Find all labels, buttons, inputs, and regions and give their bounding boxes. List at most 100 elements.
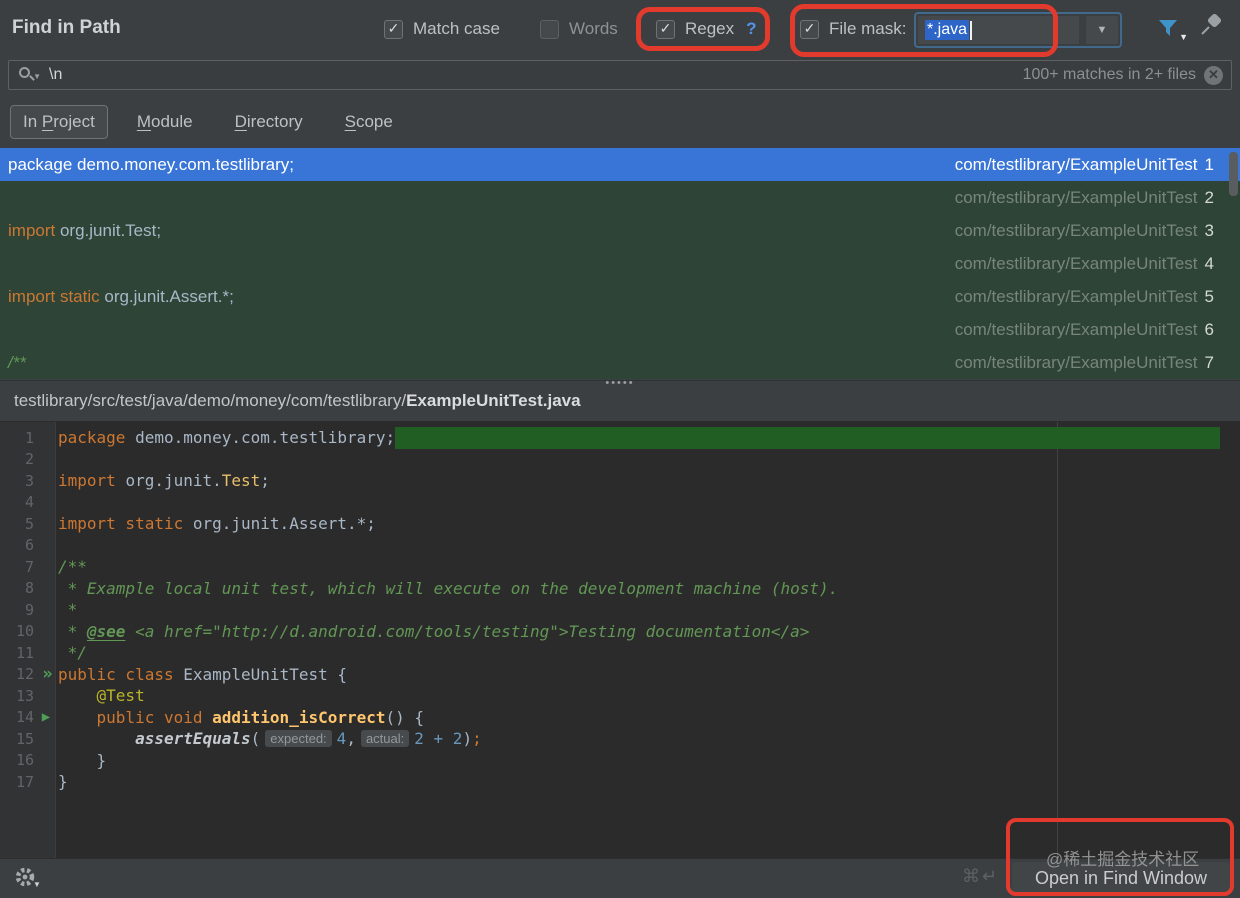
editor-line-9[interactable]: 9 * — [0, 599, 1240, 621]
code-segment: ) — [462, 729, 473, 749]
match-case-option[interactable]: Match case — [384, 19, 500, 39]
regex-option[interactable]: Regex ? — [656, 19, 757, 39]
code-segment: ExampleUnitTest { — [183, 664, 347, 684]
editor-line-10[interactable]: 10 * @see <a href="http://d.android.com/… — [0, 621, 1240, 643]
editor-line-16[interactable]: 16 } — [0, 750, 1240, 772]
gear-caret-icon: ▼ — [33, 880, 41, 889]
tab-in-project[interactable]: In Project — [10, 105, 108, 139]
file-mask-combo[interactable]: *.java ▼ — [914, 12, 1122, 48]
result-row-line-3[interactable]: import org.junit.Test; com/testlibrary/Ex… — [0, 214, 1240, 247]
file-mask-option[interactable]: File mask: — [800, 19, 906, 39]
editor-line-14[interactable]: 14 ▶ public void addition_isCorrect() { — [0, 707, 1240, 729]
file-mask-value: *.java — [925, 20, 970, 40]
search-icon[interactable]: ▼ — [19, 66, 41, 84]
result-row-line-6[interactable]: com/testlibrary/ExampleUnitTest 6 — [0, 313, 1240, 346]
code-segment: public void — [96, 707, 213, 727]
code-segment: import — [8, 220, 60, 240]
preview-header: ••••• testlibrary/src/test/java/demo/mon… — [0, 378, 1240, 422]
run-method-run-marker-icon[interactable]: ▶ — [34, 709, 58, 725]
editor-line-7[interactable]: 7 /** — [0, 556, 1240, 578]
editor-line-11[interactable]: 11 */ — [0, 642, 1240, 664]
line-number: 4 — [24, 493, 34, 512]
code-segment: () { — [385, 707, 425, 727]
code-segment: import — [58, 471, 126, 491]
line-number: 6 — [24, 536, 34, 555]
code-segment: org.junit.Assert.*; — [104, 286, 234, 306]
filter-funnel-icon[interactable]: ▼ — [1156, 16, 1188, 42]
match-case-checkbox[interactable] — [384, 19, 403, 39]
result-file-label: com/testlibrary/ExampleUnitTest 6 — [954, 319, 1214, 339]
editor-line-4[interactable]: 4 — [0, 492, 1240, 514]
result-row-line-2[interactable]: com/testlibrary/ExampleUnitTest 2 — [0, 181, 1240, 214]
file-mask-checkbox[interactable] — [800, 19, 819, 39]
result-row-line-1[interactable]: package demo.money.com.testlibrary; com/t… — [0, 148, 1240, 181]
line-number: 9 — [24, 600, 34, 619]
editor-line-8[interactable]: 8 * Example local unit test, which will … — [0, 578, 1240, 600]
regex-checkbox[interactable] — [656, 19, 675, 39]
line-number: 12 — [15, 665, 34, 684]
result-file-label: com/testlibrary/ExampleUnitTest 1 — [954, 154, 1214, 174]
code-segment: } — [58, 750, 107, 770]
words-checkbox[interactable] — [540, 19, 559, 39]
regex-help-link[interactable]: ? — [746, 19, 756, 39]
code-segment: * Example local unit test, which will ex… — [58, 578, 839, 598]
line-number: 16 — [15, 751, 34, 770]
results-scrollbar[interactable] — [1229, 152, 1238, 196]
code-segment: ( — [250, 729, 261, 749]
editor-line-3[interactable]: 3 import org.junit. Test; — [0, 470, 1240, 492]
result-code-text: package demo.money.com.testlibrary; — [8, 155, 294, 175]
matches-count: 100+ matches in 2+ files — [1022, 66, 1196, 83]
code-segment: } — [58, 772, 68, 792]
code-segment: Test — [221, 471, 261, 491]
editor-line-2[interactable]: 2 — [0, 449, 1240, 471]
code-segment: * — [58, 621, 87, 641]
line-number: 14 — [15, 708, 34, 727]
code-segment: 2 + 2 — [414, 729, 463, 749]
tab-scope[interactable]: Scope — [332, 105, 406, 139]
editor-line-13[interactable]: 13 @Test — [0, 685, 1240, 707]
file-mask-dropdown-button[interactable]: ▼ — [1086, 16, 1118, 44]
preview-path: testlibrary/src/test/java/demo/money/com… — [14, 391, 407, 410]
editor-line-12[interactable]: 12» public class ExampleUnitTest { — [0, 664, 1240, 686]
code-preview-editor[interactable]: 1 package demo.money.com.testlibrary; 2 3 im… — [0, 422, 1240, 858]
search-input[interactable]: ▼ \n 100+ matches in 2+ files ✕ — [8, 60, 1232, 90]
line-number: 3 — [24, 471, 34, 490]
editor-line-5[interactable]: 5 import static org.junit.Assert.*; — [0, 513, 1240, 535]
tab-module[interactable]: Module — [124, 105, 206, 139]
code-segment: demo.money.com.testlibrary; — [77, 154, 294, 174]
pin-icon[interactable] — [1198, 14, 1222, 38]
settings-gear-icon[interactable]: ▼ — [14, 866, 41, 889]
result-code-text: import org.junit.Test; — [8, 221, 161, 241]
code-segment: assertEquals — [135, 729, 251, 749]
code-segment: ; — [260, 471, 270, 491]
line-number: 8 — [24, 579, 34, 598]
editor-code: 1 package demo.money.com.testlibrary; 2 3 im… — [0, 427, 1240, 793]
editor-line-1[interactable]: 1 package demo.money.com.testlibrary; — [0, 427, 1240, 449]
code-segment: @see — [86, 621, 126, 641]
code-segment: ; — [472, 729, 482, 749]
result-file-label: com/testlibrary/ExampleUnitTest 7 — [954, 352, 1214, 372]
run-class-run-marker-icon[interactable]: » — [34, 664, 58, 684]
tab-directory[interactable]: Directory — [222, 105, 316, 139]
filter-caret-icon: ▼ — [1179, 32, 1188, 42]
line-number: 17 — [15, 772, 34, 791]
result-file-label: com/testlibrary/ExampleUnitTest 3 — [954, 220, 1214, 240]
editor-line-17[interactable]: 17} — [0, 771, 1240, 793]
words-option[interactable]: Words — [540, 19, 618, 39]
code-segment: /** — [58, 557, 87, 577]
line-number: 11 — [15, 643, 34, 662]
file-mask-input[interactable]: *.java — [918, 16, 1079, 44]
result-row-line-4[interactable]: com/testlibrary/ExampleUnitTest 4 — [0, 247, 1240, 280]
match-highlight — [395, 427, 1220, 449]
result-row-line-5[interactable]: import static org.junit.Assert.*; com/tes… — [0, 280, 1240, 313]
editor-line-15[interactable]: 15 assertEquals(expected: 4, actual: 2 + 2)… — [0, 728, 1240, 750]
search-query: \n — [49, 66, 63, 83]
result-code-text: import static org.junit.Assert.*; — [8, 287, 234, 307]
editor-line-6[interactable]: 6 — [0, 535, 1240, 557]
line-number: 7 — [24, 557, 34, 576]
clear-search-icon[interactable]: ✕ — [1204, 65, 1223, 85]
splitter-handle[interactable]: ••••• — [0, 378, 1240, 389]
code-segment: import static — [58, 514, 193, 534]
result-row-line-7[interactable]: /** com/testlibrary/ExampleUnitTest 7 — [0, 346, 1240, 379]
